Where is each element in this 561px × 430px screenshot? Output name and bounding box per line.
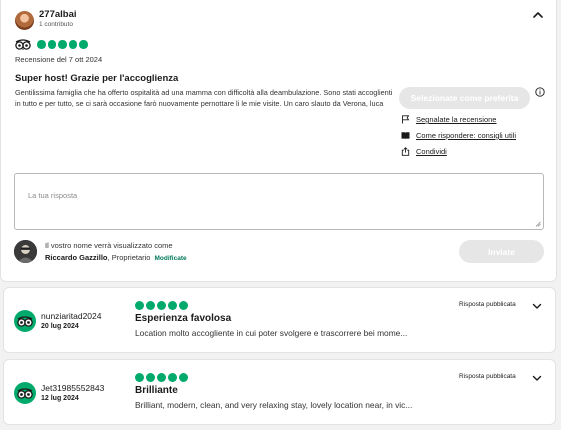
review-body: Gentilissima famiglia che ha offerto osp… — [15, 88, 393, 109]
rating-bubble — [135, 301, 144, 310]
chevron-up-icon[interactable] — [531, 8, 545, 22]
rating-bubble — [157, 301, 166, 310]
rating-bubble — [146, 301, 155, 310]
rating-bubbles — [135, 301, 188, 310]
owner-name: Riccardo Gazzillo — [45, 253, 108, 262]
rating-bubble — [168, 301, 177, 310]
review-card-collapsed[interactable]: nunziaritad2024 20 lug 2024 Esperienza f… — [3, 287, 556, 353]
review-card-expanded: 277albai 1 contributo Recensione del 7 o… — [0, 0, 557, 282]
resize-grip-icon[interactable] — [535, 221, 541, 227]
review-title: Super host! Grazie per l'accoglienza — [15, 73, 179, 84]
rating-bubbles — [135, 373, 188, 382]
review-excerpt: Location molto accogliente in cui poter … — [135, 328, 408, 338]
review-date: 20 lug 2024 — [41, 323, 79, 330]
share-label[interactable]: Condividi — [416, 147, 447, 156]
tripadvisor-owl-icon — [15, 39, 31, 50]
report-review-label[interactable]: Segnalate la recensione — [416, 115, 496, 124]
how-to-reply-link[interactable]: Come rispondere: consigli utili — [401, 131, 516, 140]
how-to-reply-label[interactable]: Come rispondere: consigli utili — [416, 131, 516, 140]
share-icon — [401, 147, 410, 156]
rating-bubble — [58, 40, 67, 49]
book-icon — [401, 132, 410, 140]
review-title: Esperienza favolosa — [135, 313, 232, 324]
rating-bubble — [146, 373, 155, 382]
report-review-link[interactable]: Segnalate la recensione — [401, 115, 496, 124]
reviewer-name[interactable]: 277albai — [39, 9, 77, 20]
reviewer-avatar — [14, 310, 36, 332]
reply-textarea[interactable]: La tua risposta — [14, 173, 544, 230]
review-title: Brilliante — [135, 385, 178, 396]
owner-display-note: Il vostro nome verrà visualizzato come — [45, 241, 173, 250]
reply-placeholder: La tua risposta — [28, 191, 78, 200]
share-link[interactable]: Condividi — [401, 147, 447, 156]
rating-bubble — [179, 301, 188, 310]
tripadvisor-owl-icon — [17, 387, 33, 399]
review-card-collapsed[interactable]: Jet31985552843 12 lug 2024 Brilliante Br… — [3, 359, 556, 425]
rating-bubble — [179, 373, 188, 382]
owner-role: , Proprietario — [107, 253, 151, 262]
reviewer-contributions: 1 contributo — [39, 21, 73, 28]
rating-bubbles — [37, 40, 88, 49]
chevron-down-icon[interactable] — [531, 300, 543, 312]
reply-status: Risposta pubblicata — [459, 373, 516, 380]
rating-bubble — [37, 40, 46, 49]
info-icon[interactable] — [535, 87, 545, 97]
reply-status: Risposta pubblicata — [459, 301, 516, 308]
rating-bubble — [168, 373, 177, 382]
reviewer-name[interactable]: Jet31985552843 — [41, 383, 104, 393]
rating-bubble — [157, 373, 166, 382]
review-date: Recensione del 7 ott 2024 — [15, 55, 103, 64]
review-excerpt: Brilliant, modern, clean, and very relax… — [135, 400, 413, 410]
rating-bubble — [68, 40, 77, 49]
tripadvisor-owl-icon — [17, 315, 33, 327]
review-date: 12 lug 2024 — [41, 395, 79, 402]
rating-bubble — [135, 373, 144, 382]
owner-display-line: Riccardo Gazzillo, Proprietario Modifica… — [45, 253, 187, 262]
reviewer-name[interactable]: nunziaritad2024 — [41, 311, 102, 321]
reviewer-avatar[interactable] — [15, 11, 34, 30]
rating-bubble — [47, 40, 56, 49]
send-reply-button[interactable]: Inviate — [459, 240, 544, 263]
modify-name-link[interactable]: Modificate — [154, 255, 186, 262]
rating-bubble — [79, 40, 88, 49]
owner-avatar — [14, 240, 37, 263]
chevron-down-icon[interactable] — [531, 372, 543, 384]
reviewer-avatar — [14, 382, 36, 404]
flag-icon — [402, 115, 410, 124]
select-favorite-button[interactable]: Selezionate come preferita — [399, 87, 530, 109]
